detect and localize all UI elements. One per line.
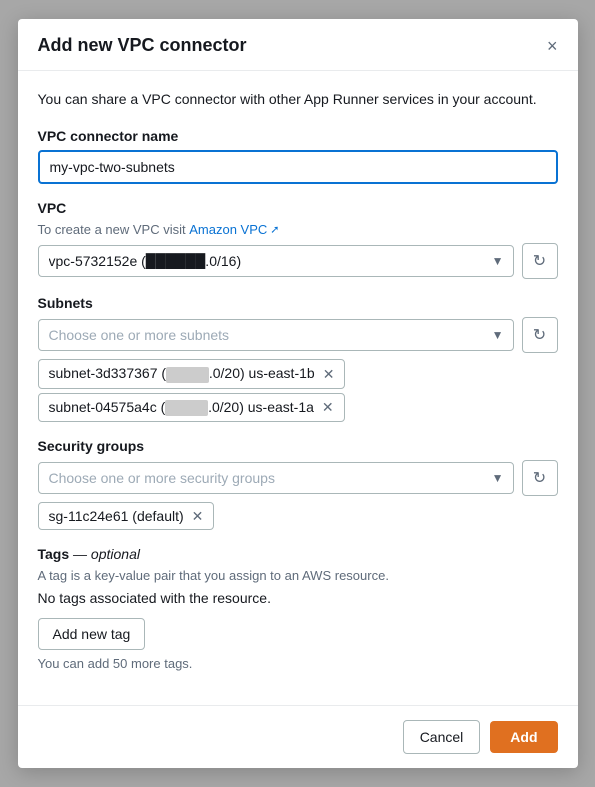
subnets-select[interactable]: Choose one or more subnets [38,319,514,351]
subnets-label: Subnets [38,295,558,311]
tags-description: A tag is a key-value pair that you assig… [38,566,558,586]
security-groups-select-row: Choose one or more security groups ▼ ↻ [38,460,558,496]
subnets-select-row: Choose one or more subnets ▼ ↻ [38,317,558,353]
subnets-refresh-button[interactable]: ↻ [522,317,558,353]
vpc-select-row: vpc-5732152e (██████.0/16) ▼ ↻ [38,243,558,279]
subnet-1-ip [166,367,209,383]
subnet-1-remove-button[interactable]: ✕ [323,367,335,381]
vpc-group: VPC To create a new VPC visit Amazon VPC… [38,200,558,279]
vpc-select[interactable]: vpc-5732152e (██████.0/16) [38,245,514,277]
tags-group: Tags — optional A tag is a key-value pai… [38,546,558,671]
close-button[interactable]: × [547,37,558,55]
subnets-refresh-icon: ↻ [533,325,546,345]
vpc-sublabel: To create a new VPC visit Amazon VPC ➚ [38,222,558,237]
subnets-select-wrapper: Choose one or more subnets ▼ [38,319,514,351]
vpc-select-wrapper: vpc-5732152e (██████.0/16) ▼ [38,245,514,277]
subnet-tag-item: subnet-04575a4c ( .0/20) us-east-1a ✕ [38,393,345,422]
tags-none-text: No tags associated with the resource. [38,590,558,606]
subnet-2-remove-button[interactable]: ✕ [322,400,334,414]
vpc-connector-name-group: VPC connector name [38,128,558,184]
add-vpc-connector-modal: Add new VPC connector × You can share a … [18,19,578,767]
modal-description: You can share a VPC connector with other… [38,89,558,110]
security-group-1-text: sg-11c24e61 (default) [49,508,184,524]
vpc-refresh-button[interactable]: ↻ [522,243,558,279]
subnets-group: Subnets Choose one or more subnets ▼ ↻ s… [38,295,558,422]
modal-header: Add new VPC connector × [18,19,578,71]
cancel-button[interactable]: Cancel [403,720,481,754]
modal-footer: Cancel Add [18,705,578,768]
amazon-vpc-link-text: Amazon VPC [189,222,267,237]
tags-label-text: Tags [38,546,70,562]
modal-body: You can share a VPC connector with other… [18,71,578,704]
tags-count-text: You can add 50 more tags. [38,656,558,671]
security-group-tag-item: sg-11c24e61 (default) ✕ [38,502,215,530]
subnet-2-ip [165,400,208,416]
security-group-1-remove-button[interactable]: ✕ [192,509,204,523]
vpc-connector-name-input[interactable] [38,150,558,184]
subnet-2-text: subnet-04575a4c ( .0/20) us-east-1a [49,399,314,416]
tags-label: Tags — optional [38,546,558,562]
security-groups-group: Security groups Choose one or more secur… [38,438,558,530]
subnet-1-text: subnet-3d337367 ( .0/20) us-east-1b [49,365,315,382]
security-groups-refresh-icon: ↻ [533,468,546,488]
subnets-tag-list: subnet-3d337367 ( .0/20) us-east-1b ✕ su… [38,359,558,422]
amazon-vpc-link[interactable]: Amazon VPC ➚ [189,222,279,237]
vpc-sublabel-text: To create a new VPC visit [38,222,190,237]
security-groups-select[interactable]: Choose one or more security groups [38,462,514,494]
external-link-icon: ➚ [270,223,279,236]
security-groups-label: Security groups [38,438,558,454]
vpc-refresh-icon: ↻ [533,251,546,271]
security-groups-select-wrapper: Choose one or more security groups ▼ [38,462,514,494]
add-button[interactable]: Add [490,721,557,753]
vpc-connector-name-label: VPC connector name [38,128,558,144]
security-groups-tag-list: sg-11c24e61 (default) ✕ [38,502,558,530]
add-tag-button[interactable]: Add new tag [38,618,146,650]
modal-title: Add new VPC connector [38,35,247,56]
subnet-tag-item: subnet-3d337367 ( .0/20) us-east-1b ✕ [38,359,346,388]
security-groups-refresh-button[interactable]: ↻ [522,460,558,496]
vpc-label: VPC [38,200,558,216]
tags-optional-text: — optional [73,546,140,562]
